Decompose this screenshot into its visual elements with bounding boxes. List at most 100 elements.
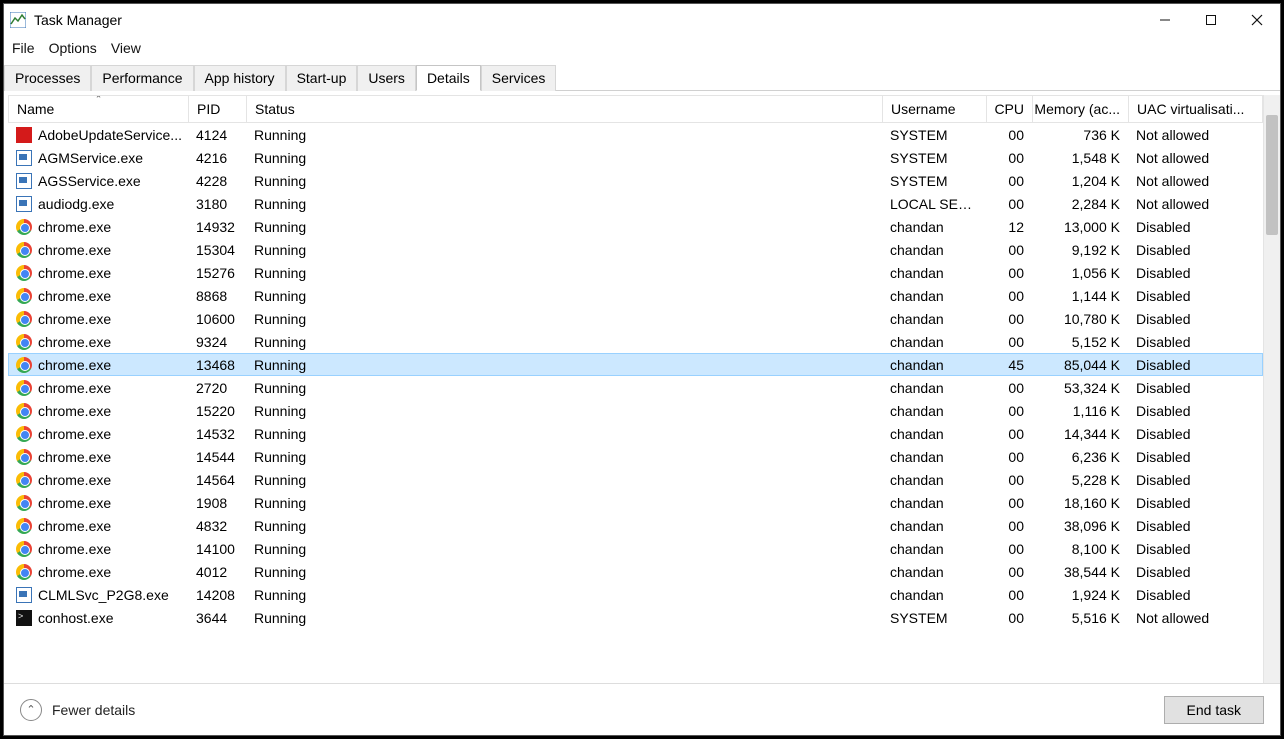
table-row[interactable]: chrome.exe1908Runningchandan0018,160 KDi… [8, 491, 1263, 514]
cell-status: Running [246, 334, 882, 350]
cell-user: chandan [882, 219, 986, 235]
cell-mem: 5,152 K [1032, 334, 1128, 350]
cell-status: Running [246, 449, 882, 465]
cell-user: chandan [882, 472, 986, 488]
cell-cpu: 00 [986, 150, 1032, 166]
cell-user: chandan [882, 265, 986, 281]
cell-name: chrome.exe [8, 518, 188, 534]
tab-users[interactable]: Users [357, 65, 416, 91]
col-pid[interactable]: PID [189, 96, 247, 122]
col-uac[interactable]: UAC virtualisati... [1129, 96, 1249, 122]
table-row[interactable]: audiodg.exe3180RunningLOCAL SER...002,28… [8, 192, 1263, 215]
table-row[interactable]: chrome.exe8868Runningchandan001,144 KDis… [8, 284, 1263, 307]
menu-options[interactable]: Options [49, 40, 97, 56]
generic-icon [16, 173, 32, 189]
table-row[interactable]: chrome.exe4012Runningchandan0038,544 KDi… [8, 560, 1263, 583]
table-row[interactable]: chrome.exe14932Runningchandan1213,000 KD… [8, 215, 1263, 238]
cell-mem: 6,236 K [1032, 449, 1128, 465]
cell-pid: 14532 [188, 426, 246, 442]
chrome-icon [16, 403, 32, 419]
cell-pid: 14544 [188, 449, 246, 465]
cell-mem: 1,116 K [1032, 403, 1128, 419]
chrome-icon [16, 426, 32, 442]
window-title: Task Manager [34, 12, 122, 28]
table-row[interactable]: chrome.exe14532Runningchandan0014,344 KD… [8, 422, 1263, 445]
menu-view[interactable]: View [111, 40, 141, 56]
cell-user: chandan [882, 380, 986, 396]
table-row[interactable]: chrome.exe15220Runningchandan001,116 KDi… [8, 399, 1263, 422]
table-row[interactable]: CLMLSvc_P2G8.exe14208Runningchandan001,9… [8, 583, 1263, 606]
tab-app-history[interactable]: App history [194, 65, 286, 91]
col-name[interactable]: ⌃ Name [9, 96, 189, 122]
col-cpu[interactable]: CPU [987, 96, 1033, 122]
cell-pid: 4124 [188, 127, 246, 143]
chrome-icon [16, 288, 32, 304]
menu-file[interactable]: File [12, 40, 35, 56]
tab-details[interactable]: Details [416, 65, 481, 91]
process-name: chrome.exe [38, 495, 111, 511]
cell-uac: Not allowed [1128, 173, 1248, 189]
cell-uac: Not allowed [1128, 127, 1248, 143]
vertical-scrollbar[interactable] [1263, 95, 1280, 683]
cell-name: AGSService.exe [8, 173, 188, 189]
tab-processes[interactable]: Processes [4, 65, 91, 91]
minimize-button[interactable] [1142, 4, 1188, 36]
cell-name: conhost.exe [8, 610, 188, 626]
cell-cpu: 00 [986, 334, 1032, 350]
table-row[interactable]: AGMService.exe4216RunningSYSTEM001,548 K… [8, 146, 1263, 169]
fewer-details-label: Fewer details [52, 702, 135, 718]
tab-performance[interactable]: Performance [91, 65, 193, 91]
cell-mem: 5,516 K [1032, 610, 1128, 626]
cell-name: chrome.exe [8, 426, 188, 442]
col-status[interactable]: Status [247, 96, 883, 122]
scrollbar-thumb[interactable] [1266, 115, 1278, 235]
chrome-icon [16, 334, 32, 350]
cell-cpu: 00 [986, 127, 1032, 143]
cell-status: Running [246, 150, 882, 166]
end-task-button[interactable]: End task [1164, 696, 1264, 724]
close-button[interactable] [1234, 4, 1280, 36]
table-row[interactable]: chrome.exe14544Runningchandan006,236 KDi… [8, 445, 1263, 468]
cell-user: chandan [882, 311, 986, 327]
table-row[interactable]: AdobeUpdateService...4124RunningSYSTEM00… [8, 123, 1263, 146]
cmd-icon [16, 610, 32, 626]
tabstrip: Processes Performance App history Start-… [4, 64, 1280, 91]
cell-mem: 5,228 K [1032, 472, 1128, 488]
table-row[interactable]: chrome.exe15276Runningchandan001,056 KDi… [8, 261, 1263, 284]
cell-user: SYSTEM [882, 127, 986, 143]
table-row[interactable]: chrome.exe10600Runningchandan0010,780 KD… [8, 307, 1263, 330]
cell-uac: Disabled [1128, 541, 1248, 557]
cell-pid: 13468 [188, 357, 246, 373]
tab-services[interactable]: Services [481, 65, 557, 91]
process-name: chrome.exe [38, 334, 111, 350]
maximize-button[interactable] [1188, 4, 1234, 36]
col-memory[interactable]: Memory (ac... [1033, 96, 1129, 122]
table-row[interactable]: chrome.exe2720Runningchandan0053,324 KDi… [8, 376, 1263, 399]
fewer-details-button[interactable]: ⌃ Fewer details [20, 699, 135, 721]
table-row[interactable]: chrome.exe14564Runningchandan005,228 KDi… [8, 468, 1263, 491]
process-name: AGMService.exe [38, 150, 143, 166]
table-row[interactable]: chrome.exe9324Runningchandan005,152 KDis… [8, 330, 1263, 353]
task-manager-window: Task Manager File Options View Processes… [3, 3, 1281, 736]
cell-mem: 53,324 K [1032, 380, 1128, 396]
table-row[interactable]: chrome.exe15304Runningchandan009,192 KDi… [8, 238, 1263, 261]
cell-pid: 10600 [188, 311, 246, 327]
cell-uac: Disabled [1128, 265, 1248, 281]
table-row[interactable]: AGSService.exe4228RunningSYSTEM001,204 K… [8, 169, 1263, 192]
cell-name: chrome.exe [8, 242, 188, 258]
cell-pid: 2720 [188, 380, 246, 396]
cell-user: chandan [882, 449, 986, 465]
col-name-label: Name [17, 101, 54, 117]
cell-cpu: 00 [986, 403, 1032, 419]
titlebar[interactable]: Task Manager [4, 4, 1280, 36]
cell-name: chrome.exe [8, 219, 188, 235]
tab-startup[interactable]: Start-up [286, 65, 358, 91]
table-row[interactable]: conhost.exe3644RunningSYSTEM005,516 KNot… [8, 606, 1263, 629]
chrome-icon [16, 219, 32, 235]
cell-mem: 13,000 K [1032, 219, 1128, 235]
table-row[interactable]: chrome.exe14100Runningchandan008,100 KDi… [8, 537, 1263, 560]
process-name: chrome.exe [38, 219, 111, 235]
table-row[interactable]: chrome.exe13468Runningchandan4585,044 KD… [8, 353, 1263, 376]
col-username[interactable]: Username [883, 96, 987, 122]
table-row[interactable]: chrome.exe4832Runningchandan0038,096 KDi… [8, 514, 1263, 537]
